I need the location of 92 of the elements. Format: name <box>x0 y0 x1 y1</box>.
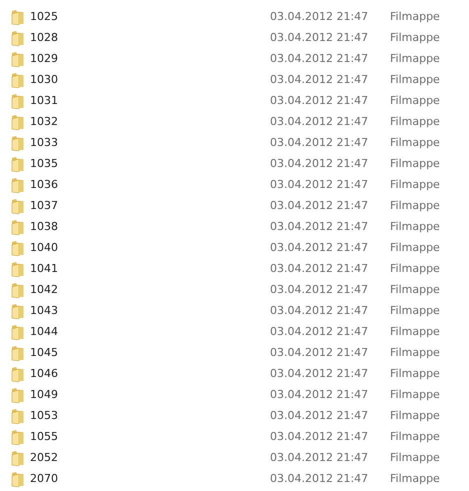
folder-icon <box>11 386 25 402</box>
file-type: Filmappe <box>390 283 440 296</box>
date-modified: 03.04.2012 21:47 <box>270 430 368 443</box>
date-modified: 03.04.2012 21:47 <box>270 367 368 380</box>
date-modified: 03.04.2012 21:47 <box>270 388 368 401</box>
file-type: Filmappe <box>390 115 440 128</box>
date-modified: 03.04.2012 21:47 <box>270 73 368 86</box>
file-type: Filmappe <box>390 430 440 443</box>
file-name[interactable]: 1042 <box>30 283 58 296</box>
file-type: Filmappe <box>390 409 440 422</box>
file-type: Filmappe <box>390 220 440 233</box>
date-modified: 03.04.2012 21:47 <box>270 199 368 212</box>
folder-icon <box>11 114 25 130</box>
date-modified: 03.04.2012 21:47 <box>270 409 368 422</box>
file-name[interactable]: 1046 <box>30 367 58 380</box>
folder-icon <box>11 470 25 486</box>
folder-icon <box>11 240 25 256</box>
folder-icon <box>11 176 25 192</box>
file-type: Filmappe <box>390 73 440 86</box>
file-name[interactable]: 1035 <box>30 157 58 170</box>
file-type: Filmappe <box>390 52 440 65</box>
file-type: Filmappe <box>390 94 440 107</box>
file-name[interactable]: 1053 <box>30 409 58 422</box>
file-name[interactable]: 1031 <box>30 94 58 107</box>
date-modified: 03.04.2012 21:47 <box>270 52 368 65</box>
file-name[interactable]: 1032 <box>30 115 58 128</box>
file-type: Filmappe <box>390 31 440 44</box>
folder-icon <box>11 72 25 88</box>
file-name[interactable]: 1043 <box>30 304 58 317</box>
date-modified: 03.04.2012 21:47 <box>270 115 368 128</box>
folder-icon <box>11 282 25 298</box>
file-name[interactable]: 1037 <box>30 199 58 212</box>
folder-icon <box>11 344 25 360</box>
folder-icon <box>11 50 25 66</box>
date-modified: 03.04.2012 21:47 <box>270 472 368 485</box>
folder-icon <box>11 260 25 276</box>
file-type: Filmappe <box>390 178 440 191</box>
date-modified: 03.04.2012 21:47 <box>270 451 368 464</box>
file-type: Filmappe <box>390 325 440 338</box>
date-modified: 03.04.2012 21:47 <box>270 325 368 338</box>
date-modified: 03.04.2012 21:47 <box>270 283 368 296</box>
date-modified: 03.04.2012 21:47 <box>270 304 368 317</box>
folder-icon <box>11 92 25 108</box>
date-modified: 03.04.2012 21:47 <box>270 220 368 233</box>
date-modified: 03.04.2012 21:47 <box>270 157 368 170</box>
file-type: Filmappe <box>390 451 440 464</box>
file-type: Filmappe <box>390 304 440 317</box>
file-name[interactable]: 1044 <box>30 325 58 338</box>
file-name[interactable]: 1041 <box>30 262 58 275</box>
file-type: Filmappe <box>390 157 440 170</box>
file-name[interactable]: 1055 <box>30 430 58 443</box>
file-name[interactable]: 1029 <box>30 52 58 65</box>
folder-icon <box>11 156 25 172</box>
folder-icon <box>11 450 25 466</box>
folder-icon <box>11 134 25 150</box>
file-name[interactable]: 1045 <box>30 346 58 359</box>
date-modified: 03.04.2012 21:47 <box>270 262 368 275</box>
date-modified: 03.04.2012 21:47 <box>270 346 368 359</box>
file-type: Filmappe <box>390 388 440 401</box>
file-type: Filmappe <box>390 346 440 359</box>
file-type: Filmappe <box>390 10 440 23</box>
folder-icon <box>11 428 25 444</box>
folder-icon <box>11 408 25 424</box>
date-modified: 03.04.2012 21:47 <box>270 178 368 191</box>
file-name[interactable]: 1030 <box>30 73 58 86</box>
file-name[interactable]: 1040 <box>30 241 58 254</box>
folder-icon <box>11 218 25 234</box>
file-name[interactable]: 1025 <box>30 10 58 23</box>
file-name[interactable]: 1036 <box>30 178 58 191</box>
date-modified: 03.04.2012 21:47 <box>270 241 368 254</box>
folder-icon <box>11 366 25 382</box>
file-type: Filmappe <box>390 199 440 212</box>
file-type: Filmappe <box>390 367 440 380</box>
date-modified: 03.04.2012 21:47 <box>270 31 368 44</box>
folder-icon <box>11 30 25 46</box>
file-name[interactable]: 1033 <box>30 136 58 149</box>
folder-icon <box>11 302 25 318</box>
date-modified: 03.04.2012 21:47 <box>270 10 368 23</box>
file-name[interactable]: 2052 <box>30 451 58 464</box>
file-type: Filmappe <box>390 136 440 149</box>
file-name[interactable]: 2070 <box>30 472 58 485</box>
date-modified: 03.04.2012 21:47 <box>270 136 368 149</box>
folder-icon <box>11 198 25 214</box>
file-name[interactable]: 1038 <box>30 220 58 233</box>
folder-icon <box>11 8 25 24</box>
file-name[interactable]: 1049 <box>30 388 58 401</box>
file-type: Filmappe <box>390 262 440 275</box>
file-type: Filmappe <box>390 472 440 485</box>
file-name[interactable]: 1028 <box>30 31 58 44</box>
folder-icon <box>11 324 25 340</box>
file-type: Filmappe <box>390 241 440 254</box>
date-modified: 03.04.2012 21:47 <box>270 94 368 107</box>
